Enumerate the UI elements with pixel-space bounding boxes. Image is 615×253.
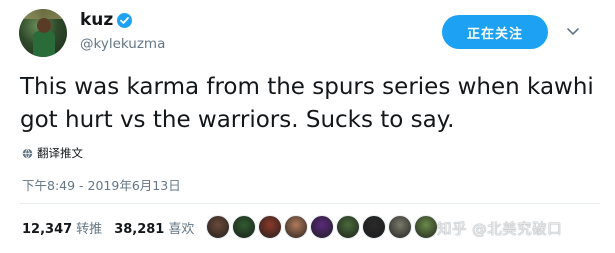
tweet-stats: 12,347 转推 38,281 喜欢 <box>22 218 206 237</box>
liker-avatar[interactable] <box>232 215 256 239</box>
liker-avatar[interactable] <box>336 215 360 239</box>
following-button[interactable]: 正在关注 <box>442 15 548 49</box>
tweet-text: This was karma from the spurs series whe… <box>20 74 594 133</box>
liker-avatar[interactable] <box>414 215 438 239</box>
avatar[interactable] <box>19 9 67 57</box>
tweet-timestamp[interactable]: 下午8:49 - 2019年6月13日 <box>22 175 181 194</box>
watermark: 知乎 @北美究破口 <box>437 222 563 238</box>
divider <box>20 203 600 204</box>
liker-avatar[interactable] <box>362 215 386 239</box>
liker-avatar[interactable] <box>284 215 308 239</box>
likes-count[interactable]: 38,281 <box>114 222 164 237</box>
user-handle[interactable]: @kylekuzma <box>80 36 165 52</box>
liker-avatar[interactable] <box>258 215 282 239</box>
liker-avatar[interactable] <box>310 215 334 239</box>
retweets-label[interactable]: 转推 <box>76 218 102 237</box>
liker-avatar[interactable] <box>206 215 230 239</box>
globe-icon <box>22 148 33 158</box>
retweets-count[interactable]: 12,347 <box>22 222 72 237</box>
chevron-down-icon[interactable] <box>566 27 580 37</box>
liker-avatars <box>206 215 438 239</box>
verified-icon <box>117 13 132 28</box>
likes-label[interactable]: 喜欢 <box>168 218 194 237</box>
translate-tweet-link[interactable]: 翻译推文 <box>22 145 83 161</box>
display-name[interactable]: kuz <box>80 10 113 30</box>
liker-avatar[interactable] <box>388 215 412 239</box>
translate-label: 翻译推文 <box>37 146 83 160</box>
